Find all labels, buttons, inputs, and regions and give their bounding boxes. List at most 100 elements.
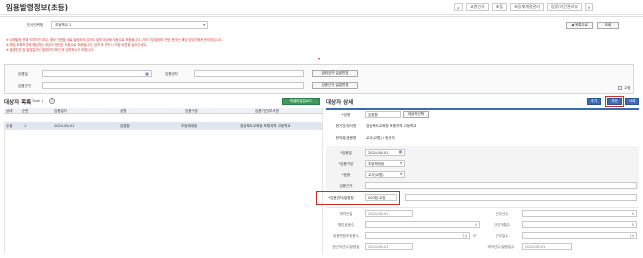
excel-upload-button[interactable]: 엑셀파일업로드 xyxy=(282,98,320,105)
col-date: 임용일자 xyxy=(54,109,67,113)
d1-field[interactable]: 2024-06-01 xyxy=(365,210,413,217)
d4r-value: 2024-06-01 xyxy=(525,245,546,249)
row-seq: 1 xyxy=(24,124,27,128)
notice-3: ※ 발령번호 및 발령일자는 발령권자 확인 후 입력하시기 바랍니다. xyxy=(6,48,95,52)
col-org: 임용기관/부서명 xyxy=(255,109,279,113)
d3-label: 호봉변환후호봉수 xyxy=(333,234,359,238)
target-list-title: 대상자 목록 xyxy=(4,100,32,106)
collapse-icon[interactable]: ▾ xyxy=(318,56,320,61)
d3-field[interactable]: 14 xyxy=(365,232,470,239)
appointer-field[interactable]: 000청 교장 xyxy=(365,194,397,201)
org-select[interactable]: 초등학교 1 ▾ xyxy=(51,21,208,29)
d3r-field[interactable]: 14 xyxy=(522,232,637,239)
fixed-checkbox-label: 고정 xyxy=(624,86,631,90)
col-name: 성명 xyxy=(120,109,127,113)
type-value: 초등체계정 xyxy=(368,162,385,166)
rank-value: 교사(교원) / 정규직 xyxy=(366,136,395,140)
chevron-down-icon: ▾ xyxy=(400,161,402,165)
d2-label: 원본호봉수 xyxy=(337,223,355,227)
filter-org-label: 임용권자 xyxy=(165,72,178,76)
row-date: 2024-06-01 xyxy=(54,124,75,128)
org-value: 경상북도교육청 포항지역 고등학교 xyxy=(366,124,417,128)
filter-org-input[interactable] xyxy=(194,70,304,77)
detail-title: 대상자 상세 xyxy=(326,100,354,106)
filter-basis-label: 임용근거 xyxy=(18,84,31,88)
d1r-value: 0 xyxy=(631,212,634,216)
type-select[interactable]: 초등체계정 ▾ xyxy=(365,160,405,167)
d1r-field[interactable]: 0 xyxy=(522,210,637,217)
name-value: 김정환 xyxy=(368,113,378,117)
org-label: 인사인력청 xyxy=(27,23,44,27)
basis-label: 임용근거 xyxy=(339,184,353,188)
d3r-value: 14 xyxy=(629,234,634,238)
filter-panel xyxy=(4,64,634,94)
org-select-value: 초등학교 1 xyxy=(55,23,72,27)
calendar-icon[interactable]: ▦ xyxy=(145,71,149,76)
appointer-value: 000청 교장 xyxy=(368,196,386,200)
d3-unit: 모 xyxy=(473,234,477,238)
d1r-label: 근무년수 xyxy=(495,212,509,216)
nav-item-2[interactable]: 초등 xyxy=(491,3,508,11)
col-type: 임용구분 xyxy=(185,109,198,113)
pos-label: *호봉 xyxy=(341,173,351,177)
d2r-label: 근무개월수 xyxy=(493,223,511,227)
rank-label: 현직위/호봉명 xyxy=(335,136,357,140)
fixed-checkbox[interactable] xyxy=(618,86,622,90)
basis-field[interactable] xyxy=(365,182,637,189)
filter-basis-input[interactable] xyxy=(42,82,304,89)
target-list-count: Total 1 xyxy=(32,99,44,103)
nav-item-4[interactable]: 임용/기간관리부 xyxy=(546,3,582,11)
org-label: 현기관/부서명 xyxy=(335,124,357,128)
d4r-field[interactable]: 2024-06-01 xyxy=(522,243,572,250)
d2-field[interactable]: 0 xyxy=(365,221,480,228)
page-title: 임용발령정보(초등) xyxy=(6,3,69,12)
d4-value: 2024-06-01 xyxy=(368,245,389,249)
chevron-down-icon: ▾ xyxy=(400,172,402,176)
bulk-org-change-button[interactable]: 발령권자 일괄변경 xyxy=(312,70,358,77)
divider xyxy=(326,207,639,208)
home-icon[interactable]: ⌂ xyxy=(454,3,463,11)
appointer-label: *임용권자/발령청 xyxy=(328,196,354,200)
d2r-field[interactable]: 0 xyxy=(522,221,637,228)
chevron-down-icon: ▾ xyxy=(203,23,205,27)
pos-value: 교사(교원) xyxy=(368,173,384,177)
pos-select[interactable]: 교사(교원) ▾ xyxy=(365,171,405,178)
save-button[interactable]: 저장 xyxy=(607,98,622,105)
d4-field[interactable]: 2024-06-01 xyxy=(365,243,413,250)
col-seq: 순번 xyxy=(22,109,29,113)
table-border xyxy=(4,122,5,254)
d4r-label: 재직년수/발령일수 xyxy=(487,245,515,249)
row-status: 수정 xyxy=(6,124,13,128)
date-value: 2024-06-01 xyxy=(368,151,389,155)
filter-date-input[interactable]: ▦ xyxy=(42,70,152,77)
search-button[interactable]: 조회 xyxy=(597,22,619,29)
d2-value: 0 xyxy=(474,223,477,227)
breadcrumb-nav: ⌂ 교원인사 초등 초등체계정관리 임용/기간관리부 × xyxy=(454,3,593,11)
date-label: *임용일 xyxy=(340,151,352,155)
bulk-basis-change-button[interactable]: 임용근거 일괄변경 xyxy=(312,82,358,89)
row-name: 김정환 xyxy=(120,124,130,128)
nav-item-3[interactable]: 초등체계정관리 xyxy=(510,3,544,11)
type-label: *임용구분 xyxy=(338,162,354,166)
col-status: 상태 xyxy=(6,109,13,113)
row-type: 초등체계정 xyxy=(181,124,198,128)
appointer-extra-field[interactable] xyxy=(405,194,637,201)
add-button[interactable]: 추가 xyxy=(587,98,601,105)
name-field[interactable]: 김정환 xyxy=(365,111,401,118)
table-border-right xyxy=(322,108,323,254)
name-label: *성명 xyxy=(341,113,351,117)
delete-button[interactable]: 삭제 xyxy=(625,98,639,105)
nav-item-1[interactable]: 교원인사 xyxy=(466,3,489,11)
select-target-button[interactable]: 대상자선택 xyxy=(403,111,429,118)
d3-value: 14 xyxy=(462,234,467,238)
date-field[interactable]: 2024-06-01 ▦ xyxy=(365,149,405,156)
calendar-icon[interactable]: ▦ xyxy=(399,150,402,154)
row-org: 경상북도교육청 포항지역 고등학교 xyxy=(240,124,291,128)
help-icon[interactable]: ? xyxy=(49,98,55,104)
d3r-label: 근무일수 xyxy=(495,234,509,238)
back-to-list-button[interactable]: ◀ 목록으로 xyxy=(566,22,593,29)
header-divider xyxy=(0,16,643,17)
d2r-value: 0 xyxy=(631,223,634,227)
notice-list: ※ 대체발령 관례 이루어진 경우, 해당 인원을 새로 발령하지 않아도 발령… xyxy=(6,38,626,53)
close-icon[interactable]: × xyxy=(584,3,593,11)
